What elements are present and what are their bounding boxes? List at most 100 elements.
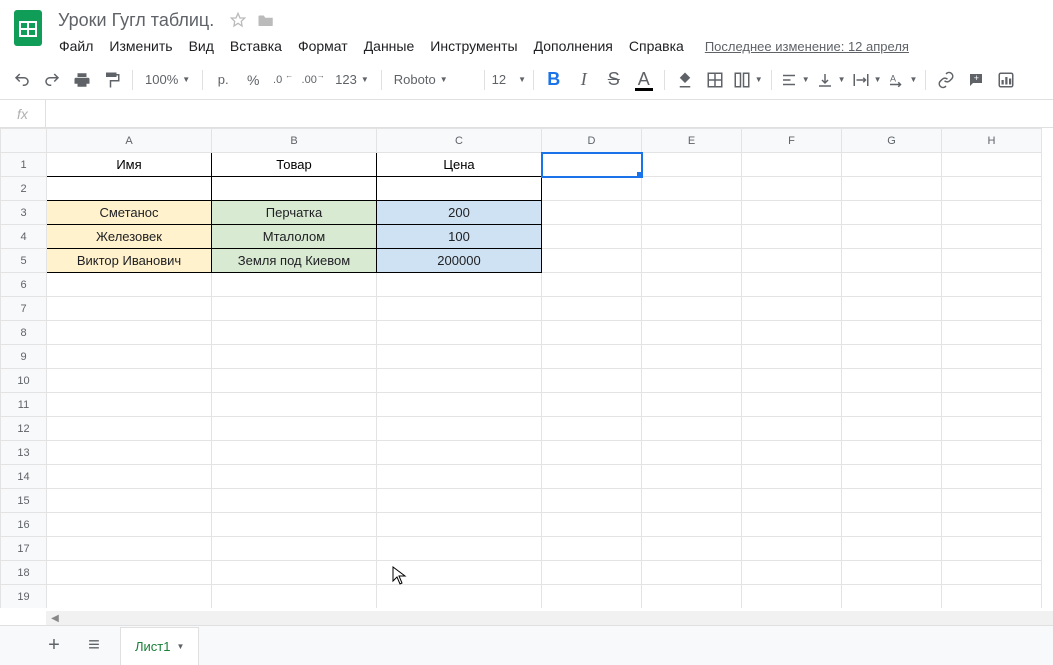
cell[interactable] <box>842 465 942 489</box>
cell[interactable] <box>212 585 377 609</box>
menu-format[interactable]: Формат <box>291 34 355 58</box>
cell[interactable]: Перчатка <box>212 201 377 225</box>
cell[interactable] <box>842 153 942 177</box>
cell[interactable] <box>942 273 1042 297</box>
cell[interactable] <box>47 393 212 417</box>
cell[interactable] <box>642 585 742 609</box>
cell[interactable]: Виктор Иванович <box>47 249 212 273</box>
cell[interactable] <box>842 297 942 321</box>
doc-title[interactable]: Уроки Гугл таблиц. <box>52 8 220 33</box>
cell[interactable] <box>842 561 942 585</box>
cell[interactable] <box>742 249 842 273</box>
cell[interactable] <box>542 513 642 537</box>
menu-data[interactable]: Данные <box>357 34 422 58</box>
cell[interactable]: Имя <box>47 153 212 177</box>
cell[interactable] <box>212 297 377 321</box>
cell[interactable] <box>377 345 542 369</box>
fill-color-button[interactable] <box>671 66 699 94</box>
italic-button[interactable]: I <box>570 66 598 94</box>
row-header[interactable]: 2 <box>1 177 47 201</box>
row-header[interactable]: 17 <box>1 537 47 561</box>
cell[interactable] <box>47 513 212 537</box>
cell[interactable] <box>377 321 542 345</box>
cell[interactable] <box>642 201 742 225</box>
bold-button[interactable]: B <box>540 66 568 94</box>
cell[interactable] <box>377 513 542 537</box>
cell[interactable] <box>212 441 377 465</box>
cell[interactable] <box>842 393 942 417</box>
cell[interactable] <box>542 585 642 609</box>
decrease-decimal-button[interactable]: .0 ← <box>269 66 297 94</box>
cell[interactable] <box>642 225 742 249</box>
cell[interactable] <box>842 369 942 393</box>
cell[interactable] <box>942 153 1042 177</box>
cell[interactable] <box>212 537 377 561</box>
cell[interactable] <box>642 345 742 369</box>
cell[interactable] <box>377 561 542 585</box>
text-rotation-button[interactable]: A▼ <box>885 67 919 93</box>
redo-button[interactable] <box>38 66 66 94</box>
cell[interactable] <box>642 249 742 273</box>
cell[interactable] <box>377 537 542 561</box>
cell[interactable]: 200000 <box>377 249 542 273</box>
fx-icon[interactable]: fx <box>0 100 46 127</box>
cell[interactable] <box>212 417 377 441</box>
cell[interactable] <box>942 249 1042 273</box>
cell[interactable] <box>47 273 212 297</box>
cell[interactable] <box>542 561 642 585</box>
cell[interactable] <box>742 585 842 609</box>
cell[interactable] <box>942 393 1042 417</box>
cell[interactable] <box>942 201 1042 225</box>
column-header[interactable]: E <box>642 129 742 153</box>
menu-view[interactable]: Вид <box>182 34 221 58</box>
cell[interactable] <box>942 489 1042 513</box>
cell[interactable]: Железовек <box>47 225 212 249</box>
insert-link-button[interactable] <box>932 66 960 94</box>
cell[interactable] <box>842 585 942 609</box>
cell[interactable] <box>47 441 212 465</box>
cell[interactable] <box>942 297 1042 321</box>
row-header[interactable]: 15 <box>1 489 47 513</box>
cell[interactable] <box>742 321 842 345</box>
cell[interactable] <box>212 489 377 513</box>
cell[interactable] <box>842 177 942 201</box>
insert-comment-button[interactable]: + <box>962 66 990 94</box>
cell[interactable] <box>542 345 642 369</box>
cell[interactable] <box>942 177 1042 201</box>
cell[interactable] <box>642 441 742 465</box>
cell[interactable] <box>842 417 942 441</box>
cell[interactable] <box>47 369 212 393</box>
cell[interactable] <box>842 513 942 537</box>
currency-button[interactable]: р. <box>209 66 237 94</box>
row-header[interactable]: 11 <box>1 393 47 417</box>
undo-button[interactable] <box>8 66 36 94</box>
cell[interactable] <box>742 465 842 489</box>
cell[interactable] <box>642 489 742 513</box>
row-header[interactable]: 1 <box>1 153 47 177</box>
cell[interactable] <box>542 249 642 273</box>
cell[interactable] <box>47 417 212 441</box>
cell[interactable] <box>842 273 942 297</box>
column-header[interactable]: D <box>542 129 642 153</box>
cell[interactable]: Земля под Киевом <box>212 249 377 273</box>
cell[interactable] <box>47 561 212 585</box>
row-header[interactable]: 16 <box>1 513 47 537</box>
cell[interactable] <box>942 537 1042 561</box>
star-icon[interactable] <box>228 10 248 30</box>
cell[interactable] <box>642 393 742 417</box>
percent-button[interactable]: % <box>239 66 267 94</box>
cell[interactable] <box>742 273 842 297</box>
cell[interactable] <box>542 297 642 321</box>
cell[interactable]: Сметанос <box>47 201 212 225</box>
cell[interactable] <box>542 489 642 513</box>
menu-file[interactable]: Файл <box>52 34 100 58</box>
cell[interactable] <box>642 321 742 345</box>
cell[interactable] <box>212 561 377 585</box>
menu-tools[interactable]: Инструменты <box>423 34 524 58</box>
merge-cells-button[interactable]: ▼ <box>731 67 765 93</box>
formula-input[interactable] <box>46 100 1053 127</box>
cell[interactable] <box>542 177 642 201</box>
cell[interactable] <box>742 561 842 585</box>
cell[interactable] <box>542 393 642 417</box>
cell[interactable] <box>377 177 542 201</box>
